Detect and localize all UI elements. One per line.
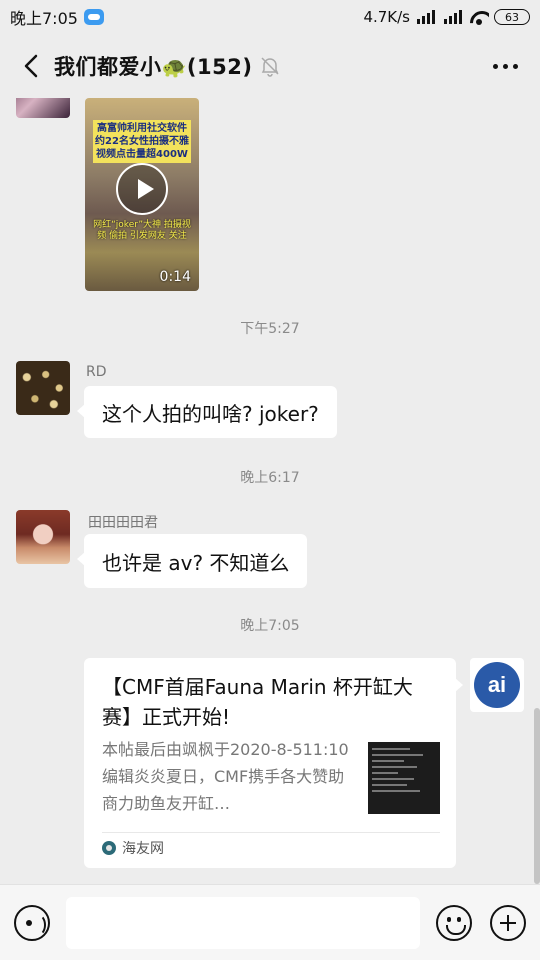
avatar[interactable]: [16, 98, 70, 118]
wifi-icon: [469, 9, 489, 25]
timestamp: 晚上6:17: [240, 470, 300, 486]
link-card-description: 本帖最后由飒枫于2020-8-511:10编辑炎炎夏日，CMF携手各大赞助商力助…: [102, 740, 349, 813]
mute-bell-icon: [261, 57, 279, 77]
timestamp: 晚上7:05: [240, 618, 300, 634]
message-bubble[interactable]: 这个人拍的叫啥? joker?: [77, 386, 337, 438]
source-name: 海友网: [122, 841, 164, 857]
chat-header: 我们都爱小🐢(152): [0, 34, 540, 98]
chat-title: 我们都爱小🐢(152): [54, 55, 253, 79]
input-bar: [0, 884, 540, 960]
chat-area[interactable]: 高富帅利用社交软件约22名女性拍摄不雅视频点击量超400W 网红“joker”大…: [0, 98, 540, 884]
sender-name: RD: [86, 364, 107, 380]
cloud-icon: [83, 9, 104, 25]
signal-icon-2: [442, 10, 464, 24]
video-caption-bottom: 网红“joker”大神 拍摄视频 偷拍 引发网友 关注: [93, 220, 191, 241]
status-bar: 晚上7:05 4.7K/s 63: [0, 0, 540, 34]
message-bubble[interactable]: 也许是 av? 不知道么: [76, 534, 308, 588]
avatar-self[interactable]: ai: [470, 658, 524, 712]
scrollbar[interactable]: [534, 708, 540, 884]
more-options-icon[interactable]: [493, 63, 518, 69]
emoji-icon[interactable]: [436, 905, 472, 941]
plus-icon[interactable]: [490, 905, 526, 941]
link-card-title: 【CMF首届Fauna Marin 杯开缸大赛】正式开始!: [102, 675, 413, 729]
status-time: 晚上7:05: [10, 9, 78, 28]
link-card[interactable]: 【CMF首届Fauna Marin 杯开缸大赛】正式开始! 本帖最后由飒枫于20…: [84, 658, 463, 868]
network-speed: 4.7K/s: [363, 8, 410, 26]
turtle-emoji: 🐢: [161, 55, 187, 79]
voice-input-icon[interactable]: [14, 905, 50, 941]
signal-icon: [415, 10, 437, 24]
link-card-source: 海友网: [102, 838, 164, 858]
ai-logo-icon: ai: [474, 662, 520, 708]
back-arrow-icon[interactable]: [10, 44, 54, 88]
timestamp: 下午5:27: [240, 321, 300, 337]
video-caption-top: 高富帅利用社交软件约22名女性拍摄不雅视频点击量超400W: [93, 120, 191, 163]
play-icon[interactable]: [116, 163, 168, 215]
divider: [102, 832, 440, 833]
message-input[interactable]: [66, 897, 420, 949]
source-logo-icon: [102, 841, 116, 855]
link-card-thumbnail: [368, 742, 440, 814]
sender-name: 田田田田君: [88, 515, 158, 531]
avatar-rd[interactable]: [16, 361, 70, 415]
battery-icon: 63: [494, 9, 530, 25]
member-count: (152): [186, 55, 253, 79]
avatar-tian[interactable]: [16, 510, 70, 564]
status-right: 4.7K/s 63: [363, 8, 530, 26]
video-duration: 0:14: [159, 269, 191, 285]
video-message[interactable]: 高富帅利用社交软件约22名女性拍摄不雅视频点击量超400W 网红“joker”大…: [85, 98, 199, 291]
